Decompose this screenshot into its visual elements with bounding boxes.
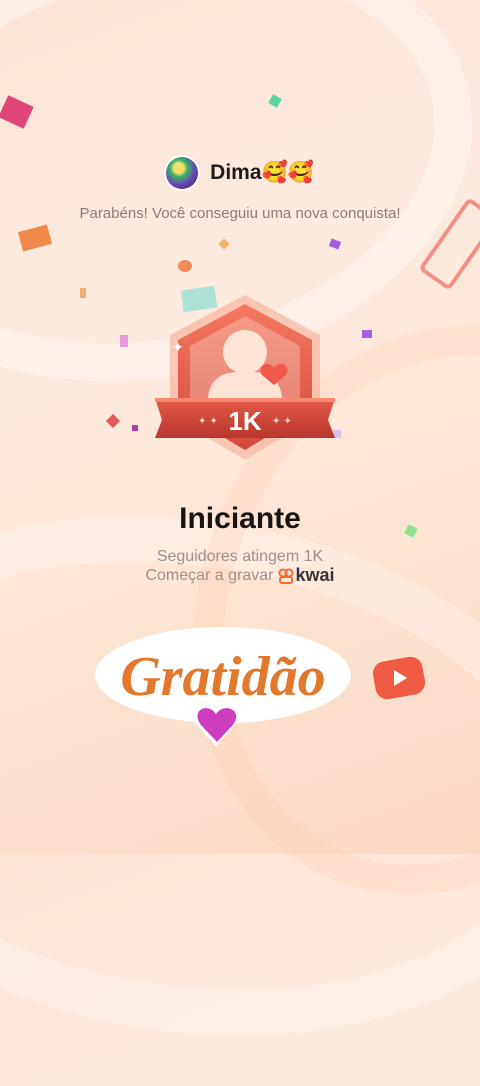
confetti-piece [362, 330, 372, 338]
kwai-icon [278, 568, 293, 584]
badge-level: 1K [228, 406, 261, 436]
svg-text:✦: ✦ [172, 340, 184, 356]
gratidao-sticker: Gratidão [95, 627, 351, 746]
kwai-brand-text: kwai [295, 565, 335, 585]
confetti-piece [328, 238, 342, 250]
confetti-piece [17, 224, 53, 252]
sticker-text: Gratidão [120, 646, 325, 708]
username: Dima🥰🥰 [210, 161, 314, 184]
confetti-piece [105, 413, 121, 429]
confetti-piece [218, 238, 230, 250]
confetti-piece [80, 288, 86, 298]
play-icon [372, 656, 426, 700]
achievement-title: Iniciante [179, 502, 301, 535]
achievement-badge: 1K ✦ ✦ ✦ ✦ ✦ [155, 295, 335, 460]
heart-icon [197, 708, 237, 742]
confetti-piece [0, 95, 34, 129]
confetti-piece [120, 335, 128, 347]
confetti-piece [178, 260, 192, 272]
congrats-message: Parabéns! Você conseguiu uma nova conqui… [79, 205, 401, 222]
start-recording-label: Começar a gravar [145, 566, 274, 584]
avatar[interactable] [166, 157, 199, 189]
svg-text:✦ ✦: ✦ ✦ [198, 416, 218, 427]
achievement-subtitle: Seguidores atingem 1K [156, 548, 324, 565]
user-row: Dima🥰🥰 [0, 157, 480, 189]
confetti-piece [132, 425, 138, 431]
confetti-piece [268, 94, 282, 108]
kwai-logo: kwai [278, 565, 335, 586]
svg-text:✦ ✦: ✦ ✦ [272, 416, 292, 427]
start-recording-row[interactable]: Começar a gravar kwai [0, 565, 480, 586]
